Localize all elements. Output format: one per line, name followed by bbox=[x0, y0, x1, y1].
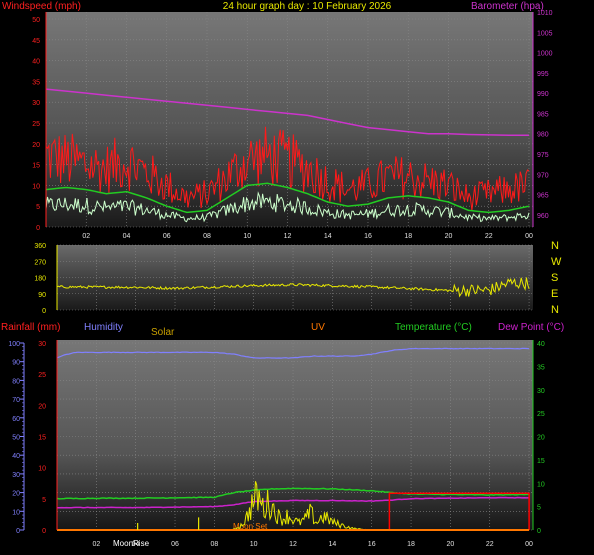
legend-solar: Solar bbox=[151, 327, 175, 338]
legend-humidity: Humidity bbox=[84, 322, 123, 333]
temp-x-tick-label: 16 bbox=[368, 541, 376, 548]
legend-temperature: Temperature (°C) bbox=[395, 322, 472, 333]
temperature-tick-label: 15 bbox=[537, 458, 545, 465]
wind-x-tick-label: 20 bbox=[445, 233, 453, 240]
temperature-tick-label: 10 bbox=[537, 481, 545, 488]
temp-x-tick-label: 00 bbox=[525, 541, 533, 548]
wind-tick-label: 10 bbox=[32, 183, 40, 190]
wind-tick-label: 40 bbox=[32, 59, 40, 66]
baro-tick-label: 980 bbox=[537, 132, 549, 139]
wind-x-tick-label: 06 bbox=[163, 233, 171, 240]
rainfall-tick-label: 30 bbox=[38, 341, 46, 348]
wind-tick-label: 20 bbox=[32, 142, 40, 149]
wind-x-tick-label: 14 bbox=[324, 233, 332, 240]
wind-x-tick-label: 22 bbox=[485, 233, 493, 240]
temp-x-tick-label: 12 bbox=[289, 541, 297, 548]
temperature-tick-label: 20 bbox=[537, 435, 545, 442]
wind-tick-label: 50 bbox=[32, 17, 40, 24]
temp-x-tick-label: 06 bbox=[171, 541, 179, 548]
temperature-tick-label: 35 bbox=[537, 364, 545, 371]
wind-tick-label: 30 bbox=[32, 100, 40, 107]
direction-tick-label: 0 bbox=[42, 308, 46, 315]
baro-tick-label: 1000 bbox=[537, 51, 553, 58]
temperature-tick-label: 0 bbox=[537, 528, 541, 535]
legend-rainfall: Rainfall (mm) bbox=[1, 322, 60, 333]
direction-tick-label: 180 bbox=[34, 276, 46, 283]
temp-x-tick-label: 04 bbox=[132, 541, 140, 548]
temperature-tick-label: 5 bbox=[537, 505, 541, 512]
humidity-tick-label: 50 bbox=[12, 435, 20, 442]
humidity-tick-label: 10 bbox=[12, 509, 20, 516]
rainfall-tick-label: 10 bbox=[38, 466, 46, 473]
baro-tick-label: 975 bbox=[537, 152, 549, 159]
direction-tick-label: 360 bbox=[34, 243, 46, 250]
compass-label-w: W bbox=[551, 256, 562, 268]
direction-tick-label: 90 bbox=[38, 292, 46, 299]
baro-tick-label: 990 bbox=[537, 91, 549, 98]
rainfall-tick-label: 0 bbox=[42, 528, 46, 535]
temperature-tick-label: 40 bbox=[537, 341, 545, 348]
wind-x-tick-label: 18 bbox=[404, 233, 412, 240]
humidity-tick-label: 20 bbox=[12, 491, 20, 498]
wind-tick-label: 15 bbox=[32, 163, 40, 170]
compass-label-e: E bbox=[551, 288, 558, 300]
wind-x-tick-label: 02 bbox=[82, 233, 90, 240]
wind-tick-label: 35 bbox=[32, 79, 40, 86]
rainfall-tick-label: 20 bbox=[38, 403, 46, 410]
wind-x-tick-label: 16 bbox=[364, 233, 372, 240]
compass-label-s: S bbox=[551, 272, 558, 284]
baro-tick-label: 985 bbox=[537, 111, 549, 118]
rainfall-tick-label: 25 bbox=[38, 372, 46, 379]
baro-tick-label: 1005 bbox=[537, 30, 553, 37]
wind-x-tick-label: 10 bbox=[243, 233, 251, 240]
compass-label-n-top: N bbox=[551, 240, 559, 252]
humidity-tick-label: 40 bbox=[12, 453, 20, 460]
wind-x-tick-label: 08 bbox=[203, 233, 211, 240]
humidity-tick-label: 80 bbox=[12, 378, 20, 385]
temp-x-tick-label: 20 bbox=[446, 541, 454, 548]
humidity-tick-label: 60 bbox=[12, 416, 20, 423]
temp-x-tick-label: 08 bbox=[210, 541, 218, 548]
temp-x-tick-label: 02 bbox=[92, 541, 100, 548]
direction-tick-label: 270 bbox=[34, 259, 46, 266]
temp-x-tick-label: 10 bbox=[250, 541, 258, 548]
temperature-tick-label: 25 bbox=[537, 411, 545, 418]
humidity-tick-label: 30 bbox=[12, 472, 20, 479]
baro-tick-label: 965 bbox=[537, 193, 549, 200]
wind-x-tick-label: 04 bbox=[123, 233, 131, 240]
baro-tick-label: 995 bbox=[537, 71, 549, 78]
humidity-tick-label: 90 bbox=[12, 360, 20, 367]
windspeed-axis-title: Windspeed (mph) bbox=[2, 1, 81, 12]
humidity-tick-label: 70 bbox=[12, 397, 20, 404]
weather-graph: Windspeed (mph) 24 hour graph day : 10 F… bbox=[1, 1, 564, 548]
temp-x-tick-label: 22 bbox=[486, 541, 494, 548]
wind-x-tick-label: 12 bbox=[284, 233, 292, 240]
wind-tick-label: 5 bbox=[36, 204, 40, 211]
temp-x-tick-label: 14 bbox=[328, 541, 336, 548]
page-title: 24 hour graph day : 10 February 2026 bbox=[223, 1, 392, 12]
wind-tick-label: 25 bbox=[32, 121, 40, 128]
legend-dewpoint: Dew Point (°C) bbox=[498, 322, 564, 333]
barometer-axis-title: Barometer (hpa) bbox=[471, 1, 544, 12]
rainfall-tick-label: 5 bbox=[42, 497, 46, 504]
rainfall-tick-label: 15 bbox=[38, 435, 46, 442]
wind-tick-label: 0 bbox=[36, 225, 40, 232]
wind-x-tick-label: 00 bbox=[525, 233, 533, 240]
legend-uv: UV bbox=[311, 322, 325, 333]
baro-tick-label: 1010 bbox=[537, 10, 553, 17]
temperature-tick-label: 30 bbox=[537, 388, 545, 395]
panel-temp-bg bbox=[57, 340, 533, 530]
humidity-tick-label: 100 bbox=[8, 341, 20, 348]
humidity-tick-label: 0 bbox=[16, 528, 20, 535]
wind-tick-label: 45 bbox=[32, 38, 40, 45]
temp-x-tick-label: 18 bbox=[407, 541, 415, 548]
baro-tick-label: 970 bbox=[537, 172, 549, 179]
compass-label-n-bottom: N bbox=[551, 304, 559, 316]
baro-tick-label: 960 bbox=[537, 213, 549, 220]
